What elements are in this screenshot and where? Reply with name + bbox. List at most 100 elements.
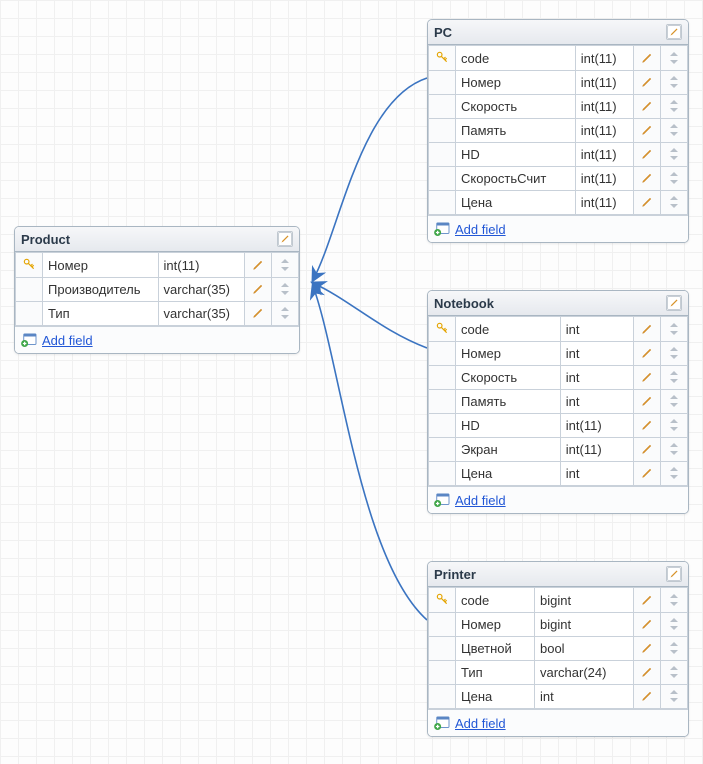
reorder-column-icon[interactable] bbox=[666, 592, 682, 608]
edit-column-icon[interactable] bbox=[639, 465, 655, 481]
reorder-column-icon[interactable] bbox=[666, 345, 682, 361]
column-type: int(11) bbox=[560, 414, 633, 438]
reorder-column-icon[interactable] bbox=[666, 688, 682, 704]
reorder-column-icon[interactable] bbox=[666, 170, 682, 186]
table-row[interactable]: СкоростьСчитint(11) bbox=[429, 167, 688, 191]
table-row[interactable]: Ценаint(11) bbox=[429, 191, 688, 215]
edit-column-icon[interactable] bbox=[639, 688, 655, 704]
edit-entity-icon[interactable] bbox=[666, 295, 682, 311]
reorder-column-icon[interactable] bbox=[666, 50, 682, 66]
reorder-column-icon[interactable] bbox=[666, 122, 682, 138]
column-name: Цветной bbox=[456, 637, 535, 661]
reorder-column-icon[interactable] bbox=[666, 321, 682, 337]
add-field-icon bbox=[21, 332, 37, 348]
reorder-column-icon[interactable] bbox=[666, 194, 682, 210]
table-row[interactable]: Типvarchar(24) bbox=[429, 661, 688, 685]
reorder-column-icon[interactable] bbox=[666, 146, 682, 162]
table-row[interactable]: Номерint(11) bbox=[429, 71, 688, 95]
add-field-row[interactable]: Add field bbox=[428, 486, 688, 513]
add-field-row[interactable]: Add field bbox=[15, 326, 299, 353]
table-row[interactable]: codeint(11) bbox=[429, 46, 688, 71]
edit-column-icon[interactable] bbox=[639, 98, 655, 114]
table-row[interactable]: Памятьint bbox=[429, 390, 688, 414]
column-type: int bbox=[560, 390, 633, 414]
entity-header[interactable]: Product bbox=[15, 227, 299, 252]
edit-column-icon[interactable] bbox=[639, 321, 655, 337]
reorder-column-icon[interactable] bbox=[666, 393, 682, 409]
edit-column-icon[interactable] bbox=[639, 345, 655, 361]
table-row[interactable]: Цветнойbool bbox=[429, 637, 688, 661]
add-field-link[interactable]: Add field bbox=[455, 222, 506, 237]
entity-header[interactable]: Notebook bbox=[428, 291, 688, 316]
reorder-column-icon[interactable] bbox=[666, 664, 682, 680]
table-row[interactable]: Номерbigint bbox=[429, 613, 688, 637]
edit-column-icon[interactable] bbox=[639, 664, 655, 680]
diagram-canvas[interactable]: ProductНомерint(11)Производительvarchar(… bbox=[0, 0, 703, 764]
reorder-column-icon[interactable] bbox=[666, 369, 682, 385]
edit-entity-icon[interactable] bbox=[666, 566, 682, 582]
add-field-link[interactable]: Add field bbox=[455, 716, 506, 731]
edit-column-icon[interactable] bbox=[639, 393, 655, 409]
entity-header[interactable]: PC bbox=[428, 20, 688, 45]
edit-column-icon[interactable] bbox=[639, 616, 655, 632]
column-type: int(11) bbox=[575, 167, 633, 191]
edit-column-icon[interactable] bbox=[639, 194, 655, 210]
column-type: int(11) bbox=[575, 191, 633, 215]
entity-pc[interactable]: PCcodeint(11)Номерint(11)Скоростьint(11)… bbox=[427, 19, 689, 243]
add-field-link[interactable]: Add field bbox=[42, 333, 93, 348]
table-row[interactable]: Экранint(11) bbox=[429, 438, 688, 462]
edit-column-icon[interactable] bbox=[639, 417, 655, 433]
edit-column-icon[interactable] bbox=[250, 281, 266, 297]
edit-column-icon[interactable] bbox=[639, 369, 655, 385]
reorder-column-icon[interactable] bbox=[666, 616, 682, 632]
entity-printer[interactable]: PrintercodebigintНомерbigintЦветнойboolТ… bbox=[427, 561, 689, 737]
reorder-column-icon[interactable] bbox=[666, 640, 682, 656]
edit-column-icon[interactable] bbox=[639, 122, 655, 138]
reorder-column-icon[interactable] bbox=[666, 74, 682, 90]
table-row[interactable]: Номерint(11) bbox=[16, 253, 299, 278]
reorder-column-icon[interactable] bbox=[666, 417, 682, 433]
table-row[interactable]: Ценаint bbox=[429, 685, 688, 709]
table-row[interactable]: Типvarchar(35) bbox=[16, 302, 299, 326]
edit-entity-icon[interactable] bbox=[277, 231, 293, 247]
table-row[interactable]: codeint bbox=[429, 317, 688, 342]
table-row[interactable]: Скоростьint(11) bbox=[429, 95, 688, 119]
table-row[interactable]: Ценаint bbox=[429, 462, 688, 486]
add-field-row[interactable]: Add field bbox=[428, 215, 688, 242]
reorder-column-icon[interactable] bbox=[666, 465, 682, 481]
reorder-column-icon[interactable] bbox=[666, 441, 682, 457]
reorder-column-icon[interactable] bbox=[277, 305, 293, 321]
edit-column-icon[interactable] bbox=[639, 640, 655, 656]
table-row[interactable]: HDint(11) bbox=[429, 414, 688, 438]
edit-column-icon[interactable] bbox=[639, 50, 655, 66]
entity-notebook[interactable]: NotebookcodeintНомерintСкоростьintПамять… bbox=[427, 290, 689, 514]
add-field-row[interactable]: Add field bbox=[428, 709, 688, 736]
column-name: Память bbox=[456, 390, 561, 414]
edit-column-icon[interactable] bbox=[250, 257, 266, 273]
table-row[interactable]: Производительvarchar(35) bbox=[16, 278, 299, 302]
edit-column-icon[interactable] bbox=[639, 146, 655, 162]
edit-column-icon[interactable] bbox=[639, 592, 655, 608]
entity-header[interactable]: Printer bbox=[428, 562, 688, 587]
column-name: Номер bbox=[456, 342, 561, 366]
column-type: int(11) bbox=[575, 46, 633, 71]
column-type: int(11) bbox=[575, 71, 633, 95]
column-name: Производитель bbox=[43, 278, 159, 302]
table-row[interactable]: HDint(11) bbox=[429, 143, 688, 167]
table-row[interactable]: Памятьint(11) bbox=[429, 119, 688, 143]
table-row[interactable]: Номерint bbox=[429, 342, 688, 366]
table-row[interactable]: Скоростьint bbox=[429, 366, 688, 390]
reorder-column-icon[interactable] bbox=[277, 281, 293, 297]
edit-column-icon[interactable] bbox=[639, 74, 655, 90]
edit-entity-icon[interactable] bbox=[666, 24, 682, 40]
table-row[interactable]: codebigint bbox=[429, 588, 688, 613]
reorder-column-icon[interactable] bbox=[277, 257, 293, 273]
entity-product[interactable]: ProductНомерint(11)Производительvarchar(… bbox=[14, 226, 300, 354]
edit-column-icon[interactable] bbox=[250, 305, 266, 321]
columns-table: codeintНомерintСкоростьintПамятьintHDint… bbox=[428, 316, 688, 486]
add-field-link[interactable]: Add field bbox=[455, 493, 506, 508]
column-name: Тип bbox=[43, 302, 159, 326]
reorder-column-icon[interactable] bbox=[666, 98, 682, 114]
edit-column-icon[interactable] bbox=[639, 170, 655, 186]
edit-column-icon[interactable] bbox=[639, 441, 655, 457]
